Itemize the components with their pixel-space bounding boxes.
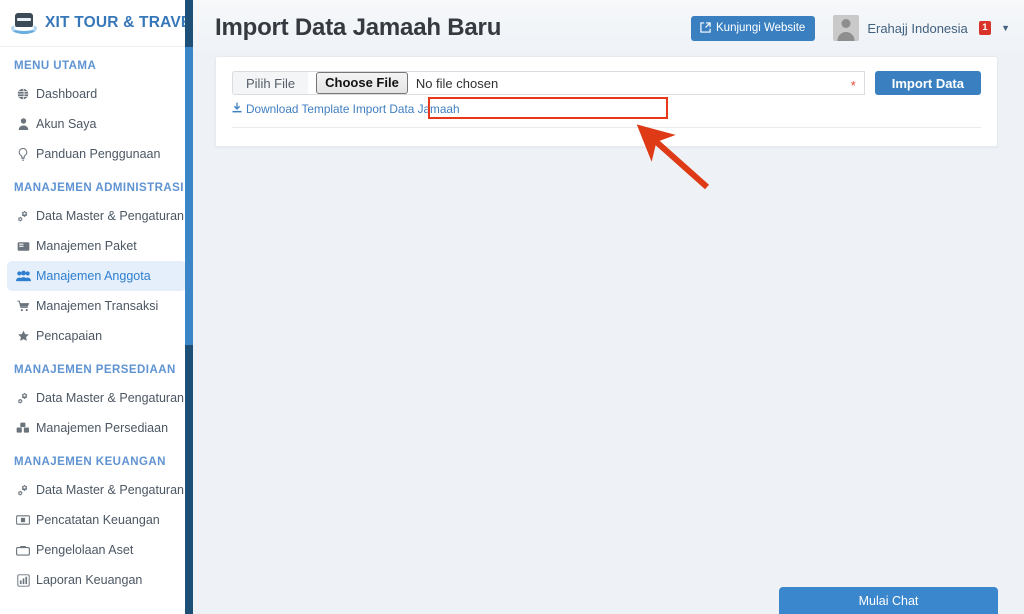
brand[interactable]: XIT TOUR & TRAVEL bbox=[0, 0, 193, 47]
file-input-field[interactable]: Choose File No file chosen * bbox=[308, 71, 865, 95]
sidebar-item-laporan-keuangan[interactable]: Laporan Keuangan bbox=[7, 565, 186, 595]
sidebar-item-panduan-penggunaan[interactable]: Panduan Penggunaan bbox=[7, 139, 186, 169]
sidebar-item-manajemen-transaksi[interactable]: Manajemen Transaksi bbox=[7, 291, 186, 321]
brand-name: XIT TOUR & TRAVEL bbox=[45, 14, 193, 32]
nav-section-header-manajemen-persediaan: MANAJEMEN PERSEDIAAN bbox=[0, 351, 193, 383]
nav-section-header-manajemen-administrasi: MANAJEMEN ADMINISTRASI bbox=[0, 169, 193, 201]
sidebar-item-manajemen-persediaan[interactable]: Manajemen Persediaan bbox=[7, 413, 186, 443]
visit-website-button[interactable]: Kunjungi Website bbox=[691, 16, 815, 41]
sidebar-item-label: Data Master & Pengaturan bbox=[36, 209, 184, 223]
money-icon bbox=[14, 515, 32, 525]
user-menu[interactable]: Erahajj Indonesia 1 ▼ bbox=[833, 15, 1010, 41]
gears-icon bbox=[14, 210, 32, 223]
sidebar-nav: MENU UTAMA Dashboard Akun Saya Panduan P… bbox=[0, 47, 193, 599]
file-input-group: Pilih File Choose File No file chosen * bbox=[232, 71, 865, 95]
sidebar-item-pencatatan-keuangan[interactable]: Pencatatan Keuangan bbox=[7, 505, 186, 535]
nav-section-header-menu-utama: MENU UTAMA bbox=[0, 47, 193, 79]
sidebar-item-data-master-pengaturan-keuangan[interactable]: Data Master & Pengaturan bbox=[7, 475, 186, 505]
sidebar-item-label: Panduan Penggunaan bbox=[36, 147, 160, 161]
sidebar-item-label: Manajemen Paket bbox=[36, 239, 137, 253]
file-input-label: Pilih File bbox=[232, 71, 308, 95]
sidebar-item-akun-saya[interactable]: Akun Saya bbox=[7, 109, 186, 139]
sidebar-item-label: Manajemen Persediaan bbox=[36, 421, 168, 435]
download-icon bbox=[232, 102, 242, 116]
cart-icon bbox=[14, 300, 32, 312]
sidebar-scrollbar-thumb[interactable] bbox=[185, 47, 193, 345]
chat-widget-button[interactable]: Mulai Chat bbox=[779, 587, 998, 614]
choose-file-button[interactable]: Choose File bbox=[316, 72, 408, 94]
sidebar-item-data-master-pengaturan-persediaan[interactable]: Data Master & Pengaturan bbox=[7, 383, 186, 413]
chat-widget-label: Mulai Chat bbox=[859, 594, 919, 608]
sidebar-item-label: Manajemen Transaksi bbox=[36, 299, 158, 313]
selected-file-name: No file chosen bbox=[416, 76, 498, 91]
user-icon bbox=[14, 118, 32, 130]
sidebar-item-label: Pengelolaan Aset bbox=[36, 543, 133, 557]
topbar: Import Data Jamaah Baru Kunjungi Website… bbox=[193, 0, 1024, 56]
external-link-icon bbox=[700, 22, 711, 33]
sidebar-item-data-master-pengaturan-admin[interactable]: Data Master & Pengaturan bbox=[7, 201, 186, 231]
file-input-row: Pilih File Choose File No file chosen * … bbox=[232, 71, 981, 95]
book-icon bbox=[14, 241, 32, 252]
star-icon bbox=[14, 330, 32, 343]
visit-website-label: Kunjungi Website bbox=[716, 22, 805, 34]
hat-logo-icon bbox=[10, 9, 38, 37]
sidebar-item-label: Data Master & Pengaturan bbox=[36, 391, 184, 405]
sidebar-item-label: Data Master & Pengaturan bbox=[36, 483, 184, 497]
sidebar-item-label: Laporan Keuangan bbox=[36, 573, 142, 587]
sidebar-item-label: Manajemen Anggota bbox=[36, 269, 151, 283]
sidebar-item-label: Pencapaian bbox=[36, 329, 102, 343]
sidebar-item-label: Akun Saya bbox=[36, 117, 96, 131]
sidebar-item-manajemen-paket[interactable]: Manajemen Paket bbox=[7, 231, 186, 261]
report-icon bbox=[14, 574, 32, 587]
gears-icon bbox=[14, 392, 32, 405]
notification-badge: 1 bbox=[979, 21, 991, 35]
sidebar-item-label: Dashboard bbox=[36, 87, 97, 101]
lightbulb-icon bbox=[14, 148, 32, 161]
sidebar: XIT TOUR & TRAVEL MENU UTAMA Dashboard A… bbox=[0, 0, 193, 614]
main-content: Import Data Jamaah Baru Kunjungi Website… bbox=[193, 0, 1024, 614]
sidebar-scrollbar-track[interactable] bbox=[185, 0, 193, 614]
sidebar-item-pencapaian[interactable]: Pencapaian bbox=[7, 321, 186, 351]
sidebar-item-dashboard[interactable]: Dashboard bbox=[7, 79, 186, 109]
page-title: Import Data Jamaah Baru bbox=[215, 14, 691, 42]
nav-section-header-manajemen-keuangan: MANAJEMEN KEUANGAN bbox=[0, 443, 193, 475]
briefcase-icon bbox=[14, 545, 32, 556]
sidebar-item-manajemen-anggota[interactable]: Manajemen Anggota bbox=[7, 261, 186, 291]
chevron-down-icon[interactable]: ▼ bbox=[1001, 23, 1010, 33]
sidebar-item-pengelolaan-aset[interactable]: Pengelolaan Aset bbox=[7, 535, 186, 565]
globe-icon bbox=[14, 88, 32, 100]
download-template-row: Download Template Import Data Jamaah bbox=[232, 100, 981, 128]
import-data-button[interactable]: Import Data bbox=[875, 71, 981, 95]
gears-icon bbox=[14, 484, 32, 497]
app-root: XIT TOUR & TRAVEL MENU UTAMA Dashboard A… bbox=[0, 0, 1024, 614]
download-template-link[interactable]: Download Template Import Data Jamaah bbox=[232, 102, 460, 116]
download-template-label: Download Template Import Data Jamaah bbox=[246, 102, 460, 116]
avatar-placeholder-icon bbox=[833, 15, 859, 41]
user-name: Erahajj Indonesia bbox=[867, 21, 967, 36]
import-form-card: Pilih File Choose File No file chosen * … bbox=[215, 56, 998, 147]
users-icon bbox=[14, 270, 32, 282]
sidebar-item-label: Pencatatan Keuangan bbox=[36, 513, 160, 527]
boxes-icon bbox=[14, 422, 32, 434]
required-asterisk: * bbox=[851, 78, 856, 93]
